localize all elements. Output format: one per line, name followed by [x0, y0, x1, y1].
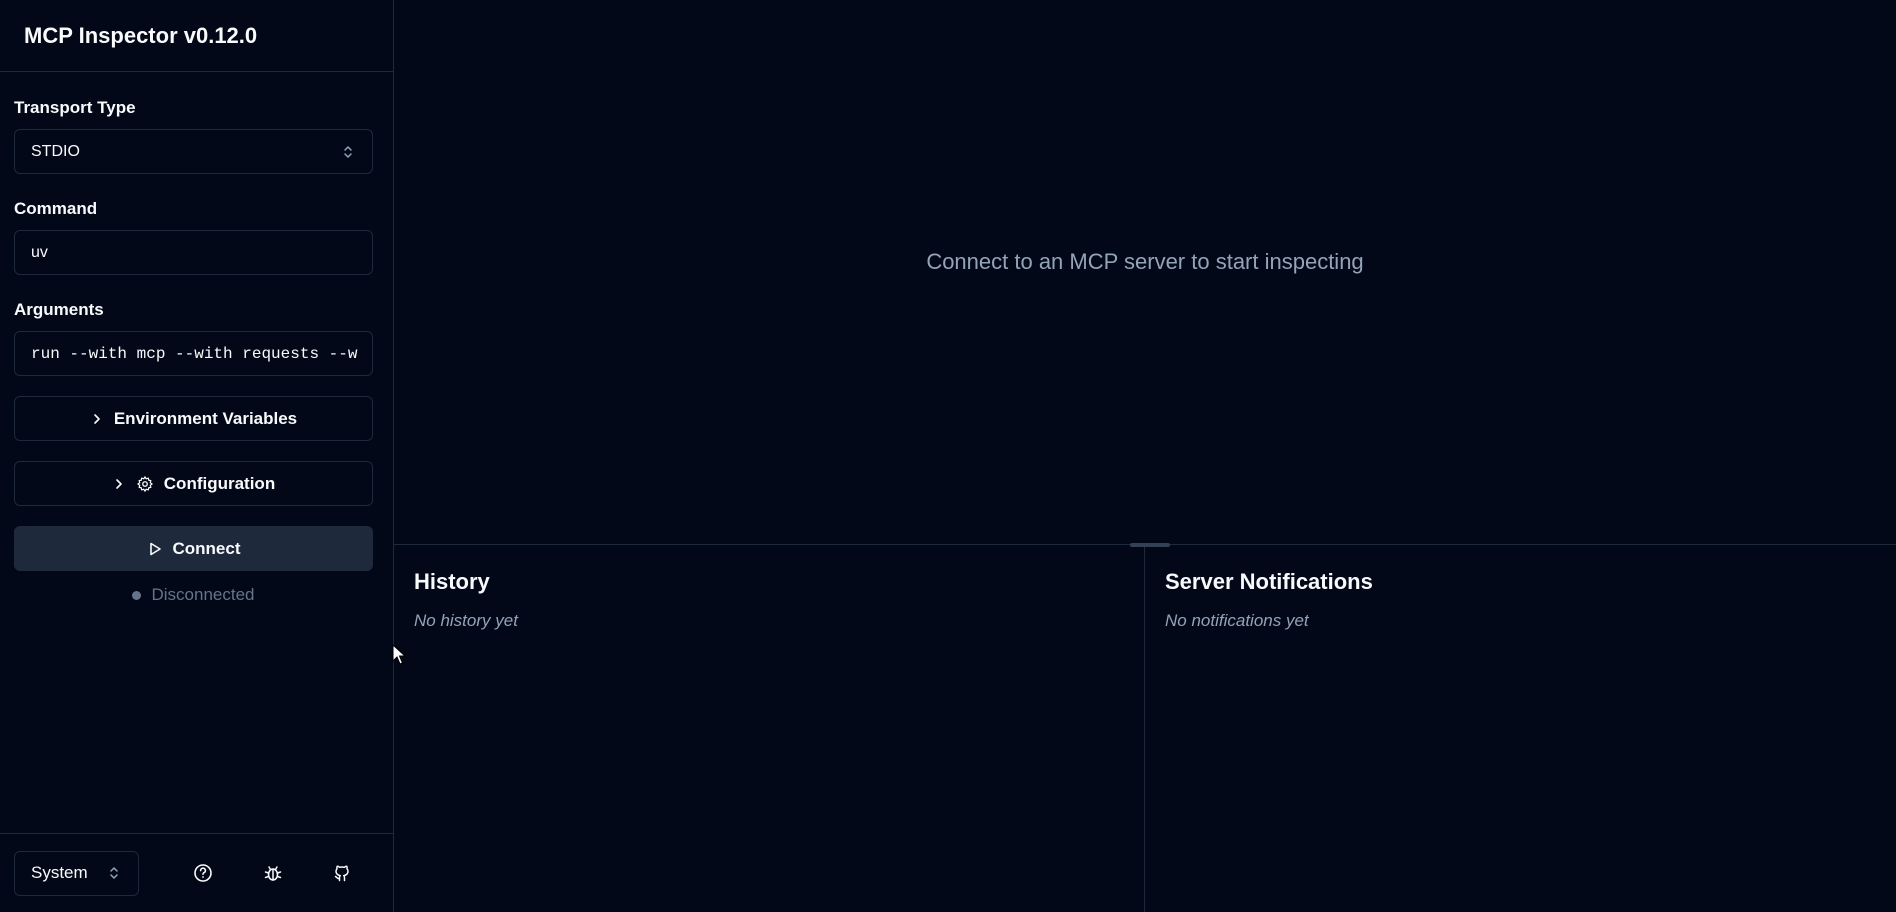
- connect-label: Connect: [172, 538, 241, 558]
- chevron-up-down-icon: [110, 867, 118, 879]
- arguments-label: Arguments: [14, 300, 104, 319]
- transport-type-select[interactable]: STDIO: [14, 129, 373, 174]
- transport-type-value: STDIO: [31, 142, 80, 160]
- theme-select[interactable]: System: [14, 850, 139, 896]
- configuration-toggle[interactable]: Configuration: [14, 461, 373, 506]
- status-dot: [132, 590, 142, 600]
- gear-icon: [137, 475, 153, 492]
- app-root: MCP Inspector v0.12.0 Transport Type STD…: [0, 0, 1896, 912]
- sidebar: MCP Inspector v0.12.0 Transport Type STD…: [0, 0, 394, 912]
- connection-form: Transport Type STDIO Command uv Argument…: [0, 72, 393, 912]
- history-empty-message: No history yet: [414, 611, 518, 630]
- github-icon[interactable]: [330, 861, 354, 885]
- panel-resize-handle[interactable]: [1130, 543, 1170, 547]
- history-panel: History No history yet: [394, 545, 1145, 912]
- environment-variables-toggle[interactable]: Environment Variables: [14, 396, 373, 441]
- mouse-cursor-icon: [392, 644, 406, 665]
- transport-type-label: Transport Type: [14, 98, 136, 117]
- notifications-panel: Server Notifications No notifications ye…: [1145, 545, 1896, 912]
- arguments-value: run --with mcp --with requests --w: [31, 344, 358, 363]
- chevron-right-icon: [115, 478, 122, 489]
- sidebar-footer: System: [0, 833, 393, 912]
- connection-status: Disconnected: [14, 585, 373, 605]
- chevron-up-down-icon: [344, 145, 352, 158]
- command-value: uv: [31, 243, 48, 261]
- notifications-title: Server Notifications: [1165, 569, 1373, 594]
- notifications-empty-message: No notifications yet: [1165, 611, 1309, 630]
- inspector-panel: Connect to an MCP server to start inspec…: [394, 0, 1896, 545]
- app-title: MCP Inspector v0.12.0: [24, 22, 258, 48]
- connect-placeholder-message: Connect to an MCP server to start inspec…: [926, 249, 1364, 274]
- theme-value: System: [31, 863, 88, 882]
- configuration-label: Configuration: [163, 473, 276, 493]
- help-icon[interactable]: [191, 861, 215, 885]
- environment-variables-label: Environment Variables: [113, 408, 298, 428]
- command-label: Command: [14, 199, 98, 218]
- arguments-input[interactable]: run --with mcp --with requests --w: [14, 331, 373, 376]
- play-icon: [149, 542, 161, 555]
- command-input[interactable]: uv: [14, 230, 373, 275]
- bottom-panels: History No history yet Server Notificati…: [394, 545, 1896, 912]
- connect-button[interactable]: Connect: [14, 526, 373, 571]
- sidebar-header: MCP Inspector v0.12.0: [0, 0, 393, 72]
- main-area: Connect to an MCP server to start inspec…: [394, 0, 1896, 912]
- chevron-right-icon: [94, 413, 100, 424]
- status-label: Disconnected: [151, 585, 255, 604]
- bug-icon[interactable]: [261, 861, 285, 885]
- history-title: History: [414, 569, 490, 594]
